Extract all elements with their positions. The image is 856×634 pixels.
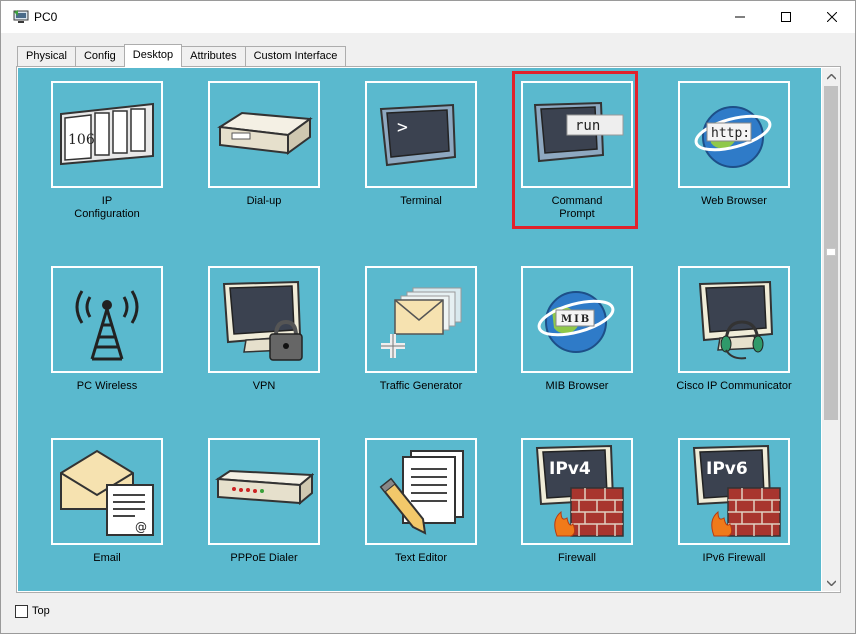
- scroll-down-button[interactable]: [822, 574, 840, 591]
- app-label: Email: [93, 552, 121, 564]
- scroll-thumb-grip: [826, 248, 836, 256]
- app-label: Command: [551, 195, 603, 207]
- app-ipv6-firewall[interactable]: IPv6 IPv6 Firewall: [645, 438, 795, 588]
- tab-custom-interface[interactable]: Custom Interface: [244, 46, 347, 67]
- app-label: VPN: [252, 380, 276, 392]
- command-prompt-icon[interactable]: run: [521, 81, 633, 188]
- tab-config[interactable]: Config: [74, 46, 125, 67]
- minimize-button[interactable]: [717, 1, 763, 33]
- app-label: MIB Browser: [545, 380, 609, 392]
- svg-text:106: 106: [68, 132, 95, 148]
- title-bar[interactable]: PC0: [1, 1, 855, 33]
- app-pc-wireless[interactable]: PC Wireless: [18, 266, 168, 416]
- tab-physical[interactable]: Physical: [17, 46, 76, 67]
- pc-app-icon: [13, 10, 29, 23]
- app-vpn[interactable]: VPN: [175, 266, 325, 416]
- app-label: PPPoE Dialer: [230, 552, 298, 564]
- app-pppoe-dialer[interactable]: PPPoE Dialer: [175, 438, 325, 588]
- app-label: Dial-up: [246, 195, 282, 207]
- app-label: Firewall: [558, 552, 596, 564]
- headset-monitor-icon[interactable]: [678, 266, 790, 373]
- email-icon[interactable]: @: [51, 438, 163, 545]
- app-dial-up[interactable]: Dial-up: [175, 81, 325, 231]
- app-text-editor[interactable]: Text Editor: [332, 438, 482, 588]
- app-web-browser[interactable]: http: Web Browser: [645, 81, 795, 231]
- app-label: Text Editor: [395, 552, 447, 564]
- svg-text:MIB: MIB: [561, 314, 591, 325]
- web-browser-icon[interactable]: http:: [678, 81, 790, 188]
- app-label: Cisco IP Communicator: [676, 380, 792, 392]
- envelopes-icon[interactable]: [365, 266, 477, 373]
- svg-text:http:: http:: [711, 126, 750, 141]
- vpn-lock-icon[interactable]: [208, 266, 320, 373]
- close-button[interactable]: [809, 1, 855, 33]
- wireless-antenna-icon[interactable]: [51, 266, 163, 373]
- svg-text:>: >: [397, 117, 408, 138]
- pppoe-device-icon[interactable]: [208, 438, 320, 545]
- top-checkbox[interactable]: [15, 605, 28, 618]
- desktop-panel: 106 IP Configuration Dial-up > Terminal …: [16, 66, 841, 593]
- app-label-line2: Configuration: [74, 208, 140, 220]
- close-icon: [827, 12, 837, 22]
- app-label: PC Wireless: [76, 380, 138, 392]
- top-checkbox-label[interactable]: Top: [32, 605, 50, 617]
- maximize-button[interactable]: [763, 1, 809, 33]
- chevron-up-icon: [826, 73, 836, 80]
- tab-desktop[interactable]: Desktop: [123, 44, 183, 67]
- chevron-down-icon: [826, 579, 836, 586]
- app-label: IP: [101, 195, 113, 207]
- app-label: Web Browser: [701, 195, 767, 207]
- desktop-area: 106 IP Configuration Dial-up > Terminal …: [18, 68, 821, 591]
- app-label: Terminal: [400, 195, 442, 207]
- app-cisco-ip-communicator[interactable]: Cisco IP Communicator: [645, 266, 795, 416]
- svg-text:IPv4: IPv4: [549, 459, 591, 479]
- text-editor-icon[interactable]: [365, 438, 477, 545]
- app-command-prompt[interactable]: run Command Prompt: [488, 81, 638, 231]
- firewall-ipv6-icon[interactable]: IPv6: [678, 438, 790, 545]
- terminal-icon[interactable]: >: [365, 81, 477, 188]
- vertical-scrollbar[interactable]: [822, 68, 840, 591]
- ip-config-icon[interactable]: 106: [51, 81, 163, 188]
- scroll-up-button[interactable]: [822, 68, 840, 85]
- app-email[interactable]: @ Email: [18, 438, 168, 588]
- app-firewall[interactable]: IPv4 Firewall: [488, 438, 638, 588]
- app-traffic-generator[interactable]: Traffic Generator: [332, 266, 482, 416]
- tab-attributes[interactable]: Attributes: [181, 46, 246, 67]
- maximize-icon: [781, 12, 791, 22]
- minimize-icon: [735, 16, 745, 18]
- svg-text:IPv6: IPv6: [706, 459, 748, 479]
- app-label-line2: Prompt: [559, 208, 595, 220]
- app-terminal[interactable]: > Terminal: [332, 81, 482, 231]
- firewall-ipv4-icon[interactable]: IPv4: [521, 438, 633, 545]
- svg-text:run: run: [575, 118, 600, 134]
- svg-text:@: @: [135, 520, 147, 534]
- app-window: PC0 Physical Config Desktop Attributes C…: [0, 0, 856, 634]
- window-title: PC0: [34, 10, 58, 24]
- app-label: Traffic Generator: [379, 380, 463, 392]
- mib-browser-icon[interactable]: MIB: [521, 266, 633, 373]
- app-ip-configuration[interactable]: 106 IP Configuration: [18, 81, 168, 231]
- app-mib-browser[interactable]: MIB MIB Browser: [488, 266, 638, 416]
- modem-icon[interactable]: [208, 81, 320, 188]
- tab-strip: Physical Config Desktop Attributes Custo…: [17, 44, 347, 67]
- footer-bar: Top: [1, 599, 855, 633]
- app-label: IPv6 Firewall: [702, 552, 766, 564]
